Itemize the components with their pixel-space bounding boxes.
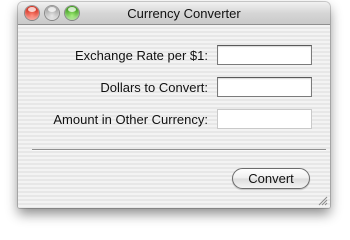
currency-converter-window: Currency Converter Exchange Rate per $1:… [18, 2, 330, 208]
separator-line [32, 149, 326, 151]
exchange-rate-field[interactable] [217, 45, 312, 65]
dollars-to-convert-label: Dollars to Convert: [100, 80, 208, 95]
amount-other-currency-row: Amount in Other Currency: [18, 109, 330, 131]
dollars-to-convert-field[interactable] [217, 77, 312, 97]
window-title: Currency Converter [127, 6, 241, 21]
window-content: Exchange Rate per $1: Dollars to Convert… [18, 25, 330, 208]
resize-grip-icon[interactable] [317, 195, 328, 206]
exchange-rate-row: Exchange Rate per $1: [18, 45, 330, 67]
amount-other-currency-field[interactable] [217, 109, 312, 129]
title-bar[interactable]: Currency Converter [18, 2, 330, 25]
convert-button[interactable]: Convert [232, 168, 310, 189]
amount-other-currency-label: Amount in Other Currency: [53, 112, 208, 127]
exchange-rate-label: Exchange Rate per $1: [75, 48, 208, 63]
dollars-to-convert-row: Dollars to Convert: [18, 77, 330, 99]
